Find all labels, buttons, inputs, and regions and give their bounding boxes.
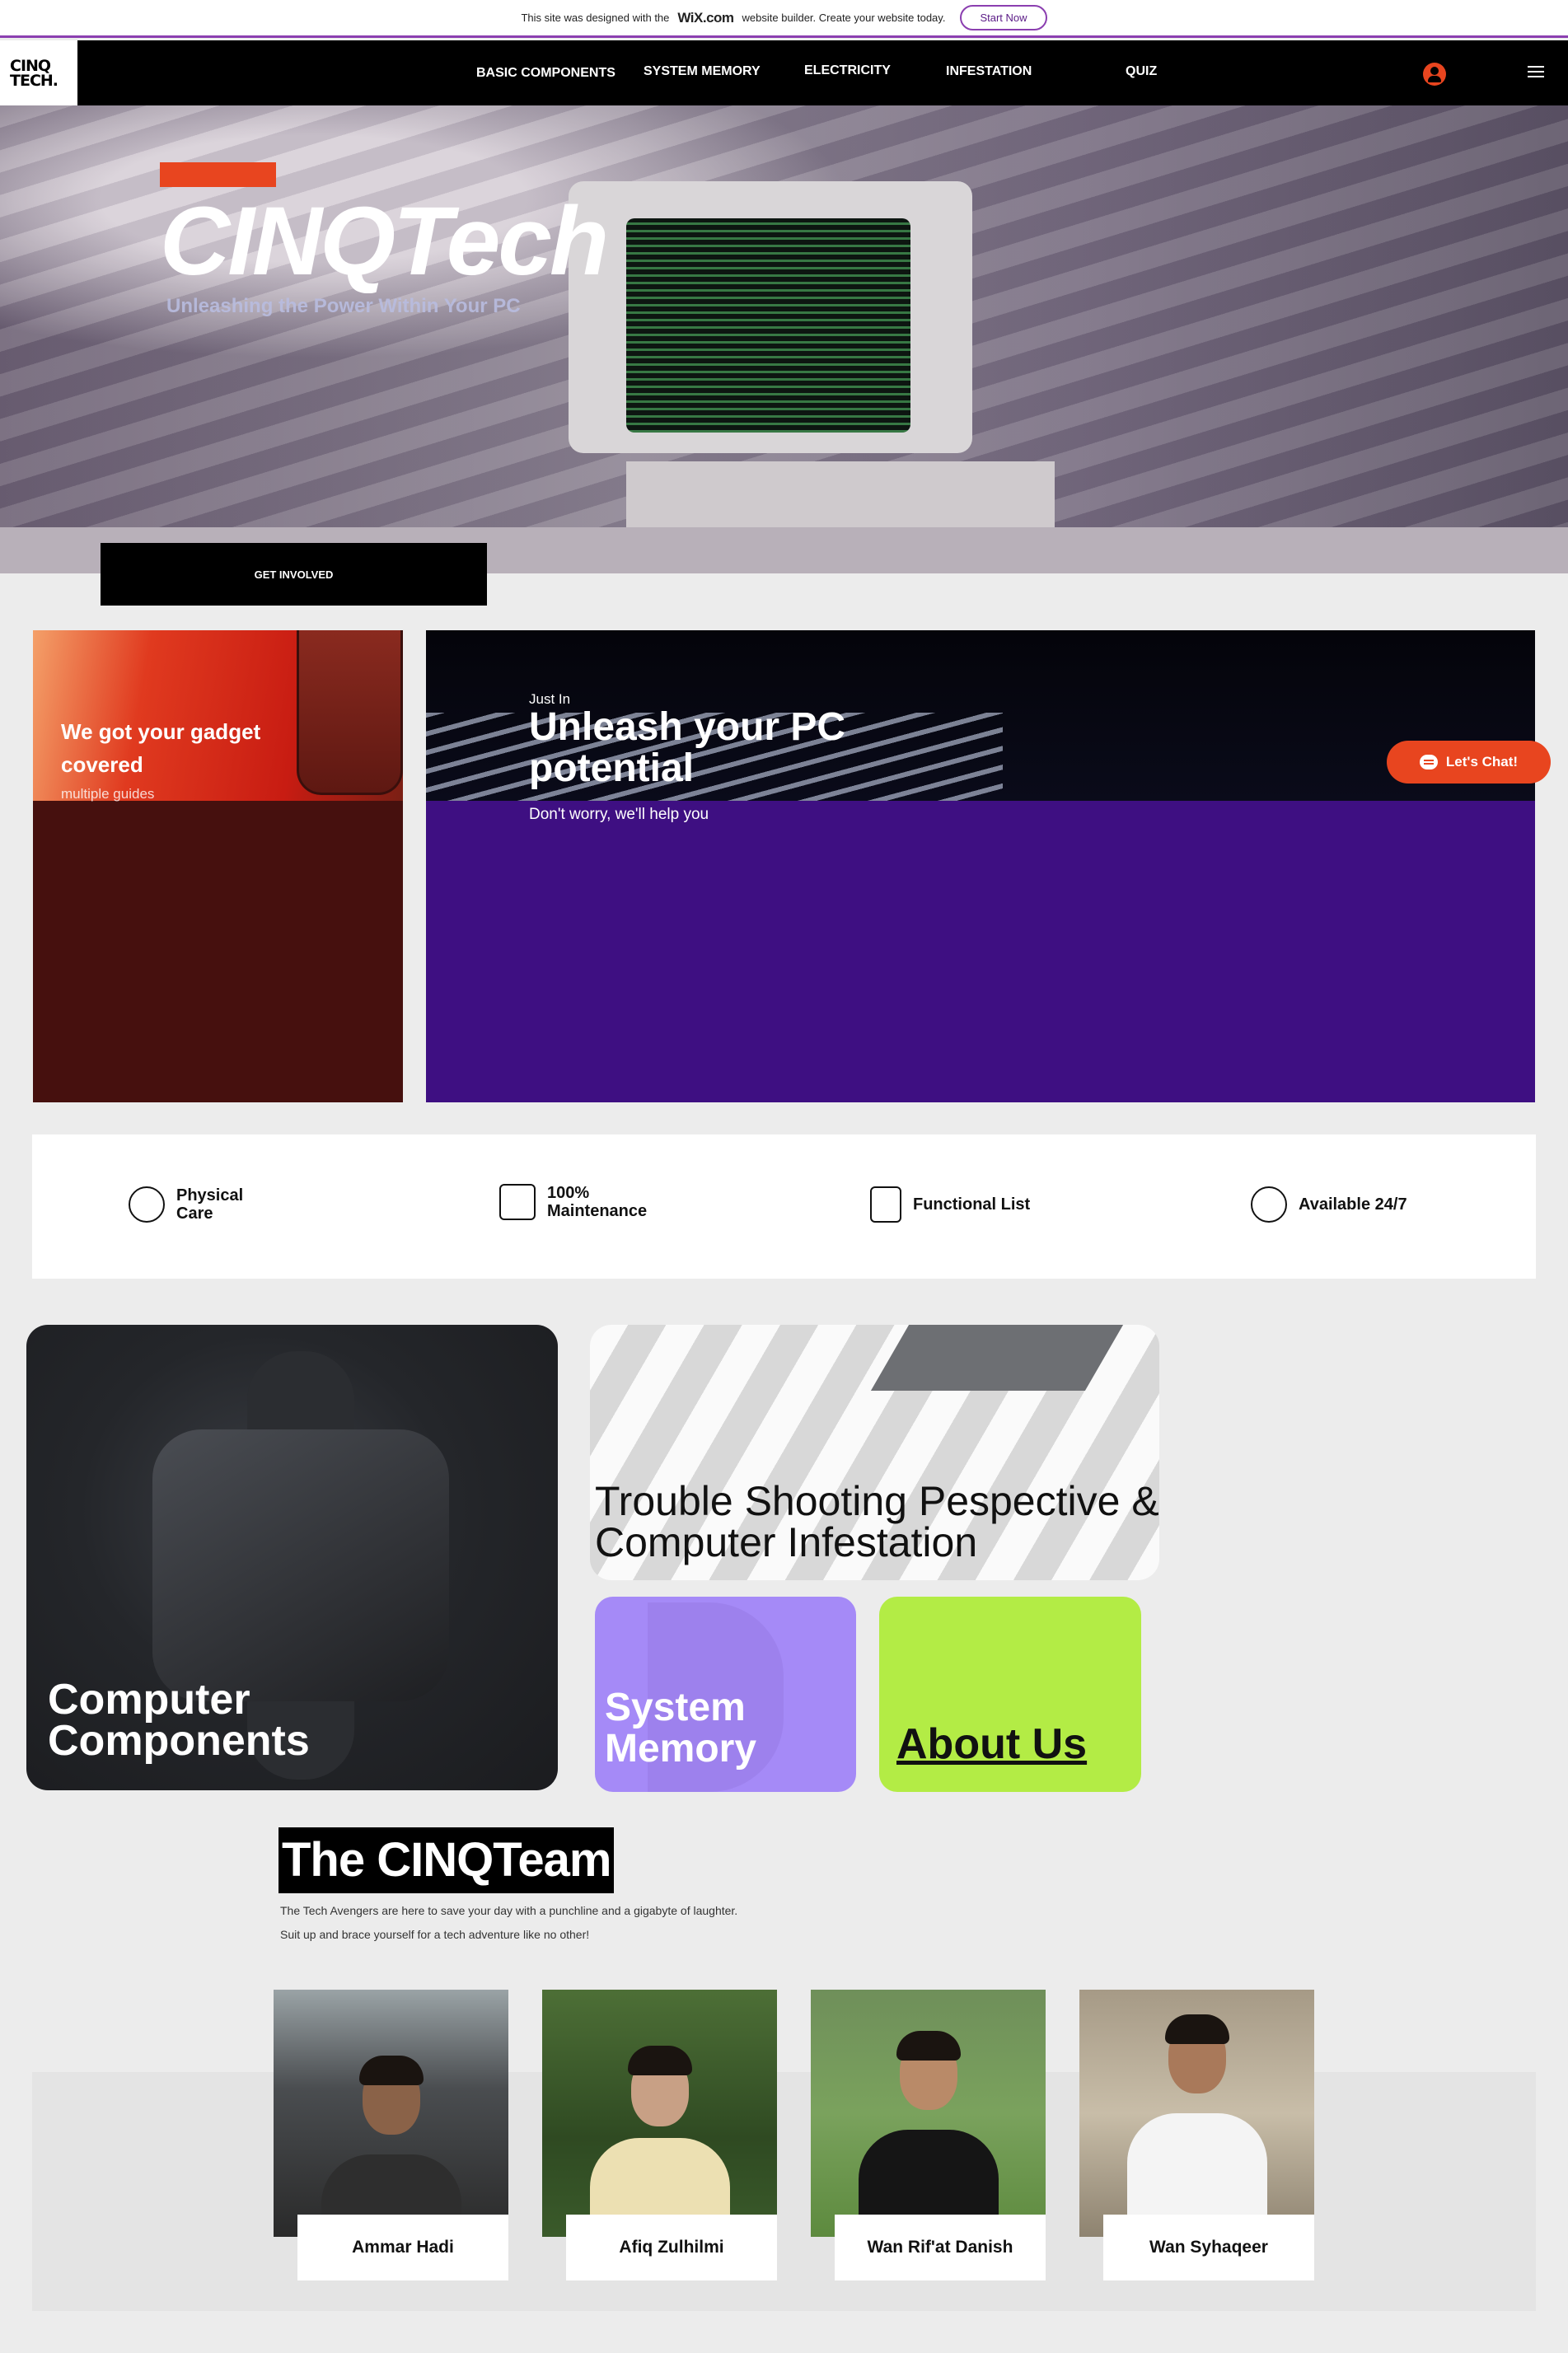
lets-chat-button[interactable]: Let's Chat! [1387, 741, 1551, 784]
wix-logo[interactable]: WiX.com [677, 10, 734, 26]
feature-physical-care: Physical Care [129, 1186, 243, 1223]
member-photo-afiq [542, 1990, 777, 2237]
page: This site was designed with the WiX.com … [0, 0, 1568, 2353]
nav-item-infestation[interactable]: INFESTATION [946, 64, 1032, 79]
top-nav [0, 40, 1568, 105]
feature-label-line2: Maintenance [547, 1202, 648, 1220]
promo-card-gadget-title: We got your gadget covered [61, 719, 261, 777]
feature-functional-list-text: Functional List [913, 1195, 1031, 1214]
tile-system-memory-label: System Memory [605, 1686, 757, 1771]
feature-label-line2: Care [176, 1205, 213, 1223]
member-photo-ammar [274, 1990, 508, 2237]
nav-item-quiz[interactable]: QUIZ [1126, 64, 1157, 79]
feature-label-line1: Physical [176, 1186, 244, 1205]
nav-item-basic-components[interactable]: BASIC COMPONENTS [476, 66, 615, 81]
laptop-image [870, 1325, 1124, 1391]
hamburger-menu-icon[interactable] [1528, 66, 1544, 77]
wix-banner-text-after: website builder. Create your website tod… [742, 12, 946, 24]
logo-line-2: TECH. [10, 71, 59, 90]
member-name-wan-syhaqeer: Wan Syhaqeer [1103, 2215, 1314, 2280]
feature-label-line1: 100% [547, 1184, 590, 1202]
hero-accent-bar [160, 162, 276, 187]
tile-computer-components-label: Computer Components [48, 1676, 310, 1765]
wix-banner-text-before: This site was designed with the [521, 12, 670, 24]
hero-subtitle: Unleashing the Power Within Your PC [166, 295, 521, 317]
phone-image [297, 630, 403, 795]
member-photo-wan-rifat [811, 1990, 1046, 2237]
feature-physical-care-text: Physical Care [176, 1186, 243, 1223]
feature-functional-list: Functional List [870, 1186, 1030, 1223]
lets-chat-label: Let's Chat! [1445, 754, 1519, 770]
member-name-ammar: Ammar Hadi [297, 2215, 508, 2280]
scooter-icon [129, 1186, 165, 1223]
nav-item-system-memory[interactable]: SYSTEM MEMORY [644, 64, 761, 79]
member-name-afiq: Afiq Zulhilmi [566, 2215, 777, 2280]
promo-card-gadget-subtitle: multiple guides [61, 786, 155, 802]
feature-maintenance-text: 100% Maintenance [547, 1184, 647, 1220]
hero-monitor-screen [626, 218, 910, 433]
hero-title: CINQTech [160, 187, 609, 296]
promo-card-unleash-subtitle: Don't worry, we'll help you [529, 806, 709, 823]
site-logo[interactable]: CINQ TECH. [0, 40, 77, 105]
hero-computer-base [626, 461, 1055, 536]
feature-maintenance: 100% Maintenance [499, 1184, 647, 1220]
tile-about-us-label[interactable]: About Us [896, 1719, 1087, 1769]
tile-troubleshooting-label: Trouble Shooting Pespective & Computer I… [595, 1478, 1159, 1565]
feature-available-text: Available 24/7 [1299, 1195, 1407, 1214]
logo-line-1: CINQ [10, 56, 51, 75]
team-description-1: The Tech Avengers are here to save your … [280, 1904, 738, 1917]
percent-doc-icon [870, 1186, 901, 1223]
team-title: The CINQTeam [278, 1827, 615, 1893]
member-photo-wan-syhaqeer [1079, 1990, 1314, 2237]
smartwatch-image [152, 1429, 449, 1701]
box-check-icon [499, 1184, 536, 1220]
start-now-button[interactable]: Start Now [960, 5, 1047, 30]
wix-banner: This site was designed with the WiX.com … [0, 0, 1568, 38]
promo-card-unleash-title: Unleash your PC potential [529, 705, 846, 790]
clock-icon [1251, 1186, 1287, 1223]
user-avatar-icon[interactable] [1423, 63, 1446, 86]
chat-bubble-icon [1419, 755, 1438, 770]
team-description-2: Suit up and brace yourself for a tech ad… [280, 1928, 590, 1941]
member-name-wan-rifat: Wan Rif'at Danish [835, 2215, 1046, 2280]
get-involved-button[interactable]: GET INVOLVED [101, 543, 487, 606]
nav-item-electricity[interactable]: ELECTRICITY [804, 63, 891, 78]
feature-available: Available 24/7 [1251, 1186, 1407, 1223]
